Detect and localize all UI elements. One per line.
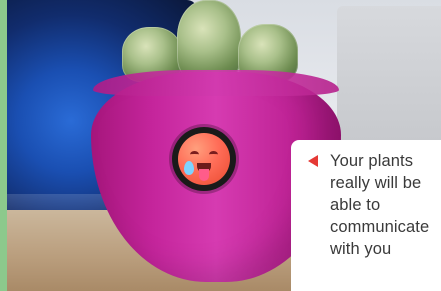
photo: Your plants really will be able to commu… — [7, 0, 441, 291]
hot-face-emoji-icon — [178, 133, 230, 185]
emoji-left-eye — [190, 151, 199, 158]
emoji-right-eye — [209, 151, 218, 158]
caption-box: Your plants really will be able to commu… — [291, 140, 441, 291]
caption-text: Your plants really will be able to commu… — [330, 152, 430, 258]
left-triangle-icon — [308, 155, 318, 167]
background-laptop — [337, 6, 441, 141]
emoji-tongue — [199, 169, 209, 181]
pot-rim — [93, 70, 339, 96]
emoji-sweat-drop — [184, 161, 194, 175]
round-display — [172, 127, 236, 191]
